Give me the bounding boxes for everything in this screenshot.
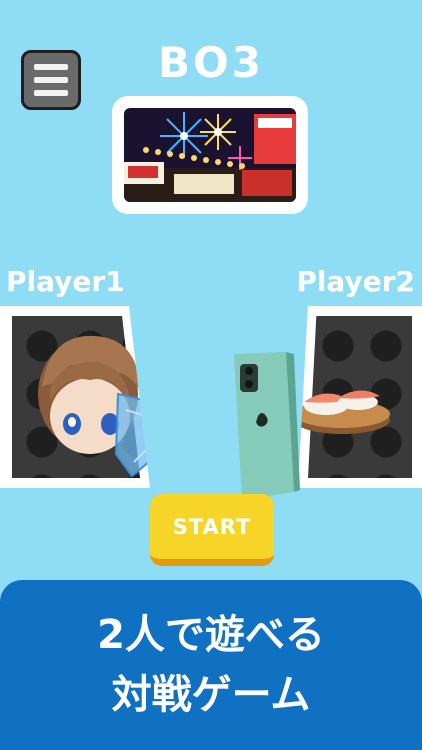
player2-character-card[interactable] [298, 306, 422, 488]
player1-character-card[interactable] [0, 306, 150, 488]
smartphone-icon [234, 352, 300, 500]
match-format-title: BO3 [158, 38, 264, 87]
banner-line-1: 2人で遊べる [97, 612, 325, 658]
player2-label: Player2 [296, 265, 415, 298]
stage-select-button[interactable] [112, 96, 308, 214]
start-button[interactable]: START [150, 494, 274, 566]
sushi-plate-icon [298, 390, 390, 434]
player1-label: Player1 [6, 265, 125, 298]
character-avatar-icon [38, 335, 150, 478]
stage-thumbnail-fireworks [124, 108, 296, 202]
banner-line-2: 対戦ゲーム [111, 672, 311, 718]
promo-banner: 2人で遊べる 対戦ゲーム [0, 580, 422, 750]
